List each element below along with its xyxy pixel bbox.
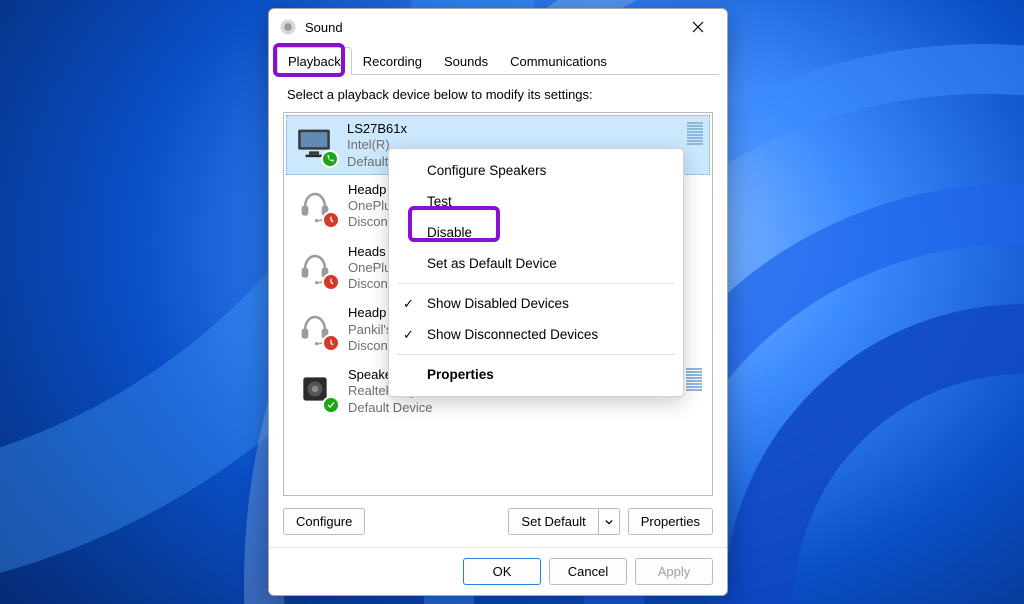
sound-app-icon [279,18,297,36]
device-subtitle: OnePlu [348,260,391,276]
ok-button[interactable]: OK [463,558,541,585]
device-status-text: Discon [348,276,391,292]
menu-test[interactable]: Test [389,186,683,217]
menu-configure-speakers[interactable]: Configure Speakers [389,155,683,186]
device-subtitle: OnePlu [348,198,391,214]
menu-separator [397,283,675,284]
tab-recording[interactable]: Recording [352,47,433,75]
level-meter-icon [687,122,703,145]
menu-properties[interactable]: Properties [389,359,683,390]
device-status-text: Default Device [348,400,516,416]
set-default-split-button[interactable]: Set Default [508,508,619,535]
device-context-menu: Configure Speakers Test Disable Set as D… [388,148,684,397]
device-status-text: Discon [348,214,391,230]
set-default-dropdown[interactable] [599,508,620,535]
tab-playback[interactable]: Playback [277,47,352,75]
menu-disable[interactable]: Disable [389,217,683,248]
level-meter-icon [686,368,702,391]
cancel-button[interactable]: Cancel [549,558,627,585]
headset-icon [292,181,338,227]
menu-set-default-device[interactable]: Set as Default Device [389,248,683,279]
device-name: Headp [348,182,391,198]
window-title: Sound [305,20,343,35]
device-name: Heads [348,244,391,260]
speaker-icon [292,366,338,412]
menu-separator [397,354,675,355]
close-button[interactable] [675,12,721,42]
monitor-icon [291,120,337,166]
properties-button[interactable]: Properties [628,508,713,535]
tab-strip: Playback Recording Sounds Communications [269,45,727,75]
menu-show-disabled[interactable]: Show Disabled Devices [389,288,683,319]
status-default-icon [322,396,340,414]
status-call-icon [321,150,339,168]
headset-icon [292,304,338,350]
panel-button-row: Configure Set Default Properties [283,508,713,535]
chevron-down-icon [605,518,613,526]
set-default-button[interactable]: Set Default [508,508,598,535]
headset-icon [292,243,338,289]
status-disconnected-icon [322,273,340,291]
configure-button[interactable]: Configure [283,508,365,535]
status-disconnected-icon [322,211,340,229]
apply-button: Apply [635,558,713,585]
titlebar: Sound [269,9,727,45]
dialog-footer: OK Cancel Apply [269,547,727,595]
device-name: LS27B61x [347,121,407,137]
tab-communications[interactable]: Communications [499,47,618,75]
close-icon [692,21,704,33]
instruction-text: Select a playback device below to modify… [287,87,709,102]
status-disconnected-icon [322,334,340,352]
tab-sounds[interactable]: Sounds [433,47,499,75]
menu-show-disconnected[interactable]: Show Disconnected Devices [389,319,683,350]
